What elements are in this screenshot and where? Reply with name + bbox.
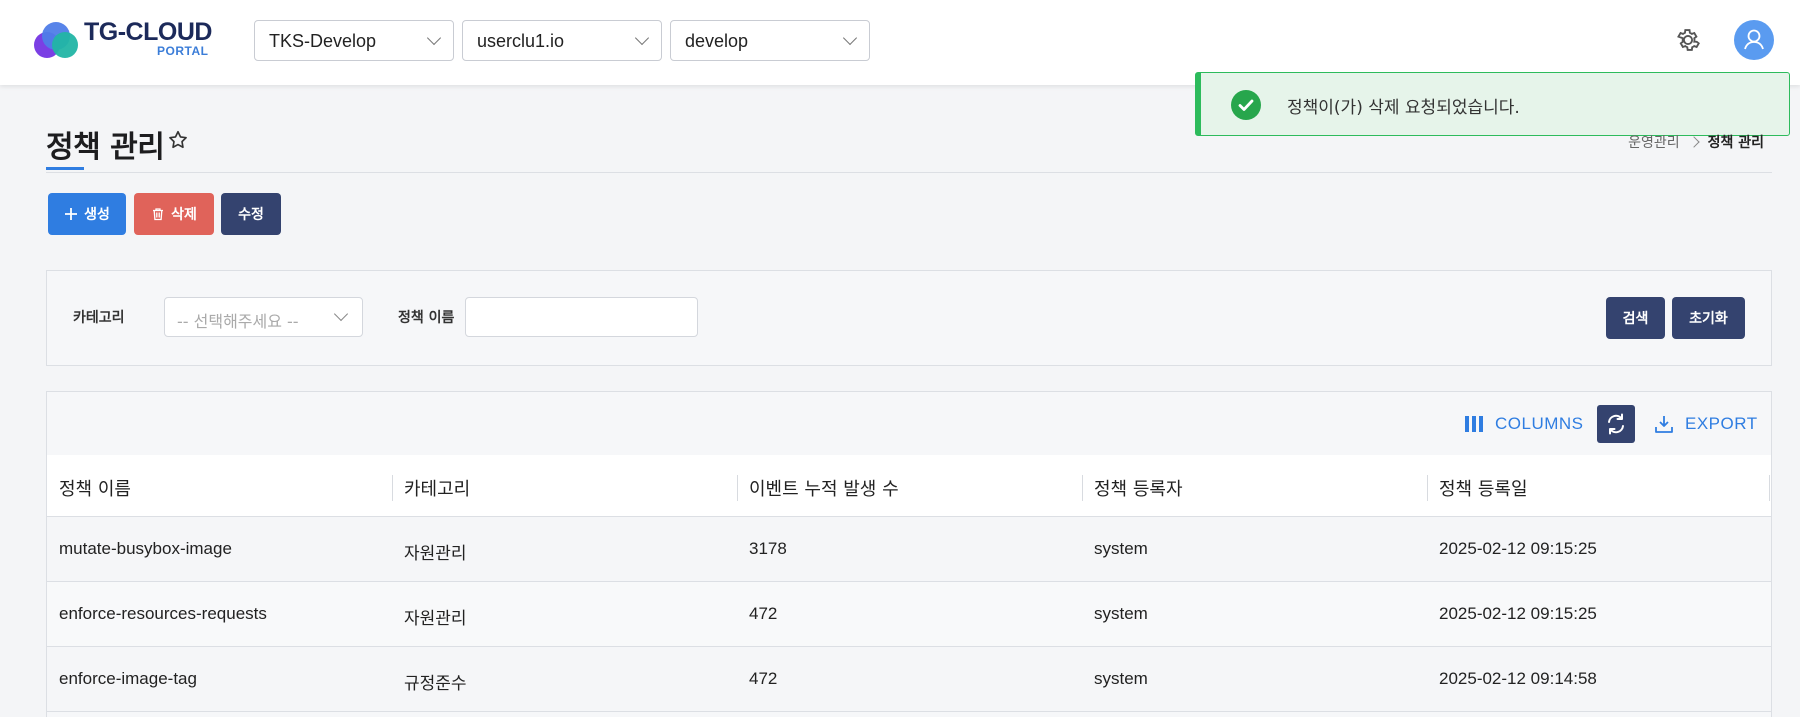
logo-subtext: PORTAL <box>157 44 209 58</box>
column-header-registrant[interactable]: 정책 등록자 <box>1082 455 1427 517</box>
user-cluster-select[interactable]: userclu1.io <box>462 20 662 61</box>
table-row[interactable]: enforce-image-tag 규정준수 472 system 2025-0… <box>47 647 1771 712</box>
reset-button-label: 초기화 <box>1689 311 1728 327</box>
create-button[interactable]: 생성 <box>48 193 126 235</box>
toast-message: 정책이(가) 삭제 요청되었습니다. <box>1287 98 1520 118</box>
cell-category: 자원관리 <box>404 609 467 629</box>
plus-icon <box>65 208 78 220</box>
breadcrumb: 운영관리 정책 관리 <box>1628 132 1764 152</box>
cell-event-count: 472 <box>749 604 778 623</box>
export-button[interactable]: EXPORT <box>1655 414 1758 434</box>
column-header-category[interactable]: 카테고리 <box>392 455 737 517</box>
cell-event-count: 472 <box>749 669 778 688</box>
columns-button[interactable]: COLUMNS <box>1465 414 1584 434</box>
policy-table-panel: COLUMNS EXPORT 정책 이름 카테고리 이벤트 누적 발생 수 정책… <box>46 391 1772 717</box>
refresh-icon <box>1608 413 1624 435</box>
namespace-select[interactable]: develop <box>670 20 870 61</box>
create-button-label: 생성 <box>84 207 110 223</box>
chevron-right-icon <box>1687 136 1700 148</box>
check-circle-icon <box>1231 90 1261 120</box>
breadcrumb-item-current: 정책 관리 <box>1707 135 1764 151</box>
tg-cloud-logo[interactable]: TG-CLOUD PORTAL <box>34 18 224 58</box>
chevron-down-icon <box>842 30 858 46</box>
namespace-select-value: develop <box>685 31 749 51</box>
cloud-logo-icon <box>34 22 78 58</box>
policy-name-label: 정책 이름 <box>398 310 455 326</box>
user-avatar[interactable] <box>1734 20 1774 60</box>
refresh-button[interactable] <box>1597 405 1635 443</box>
columns-button-label: COLUMNS <box>1495 414 1584 433</box>
logo-text: TG-CLOUD <box>84 18 212 46</box>
search-button[interactable]: 검색 <box>1606 297 1665 339</box>
column-divider[interactable] <box>1769 475 1770 501</box>
trash-icon <box>153 208 164 221</box>
column-header-event-count[interactable]: 이벤트 누적 발생 수 <box>737 455 1082 517</box>
cell-registered-date: 2025-02-12 09:14:58 <box>1439 669 1597 688</box>
category-select-placeholder: -- 선택해주세요 -- <box>177 312 299 331</box>
table-header: 정책 이름 카테고리 이벤트 누적 발생 수 정책 등록자 정책 등록일 <box>47 455 1771 517</box>
title-underline <box>46 167 84 170</box>
cell-event-count: 3178 <box>749 539 787 558</box>
page-title: 정책 관리 <box>46 130 165 165</box>
cell-policy-name: enforce-image-tag <box>59 669 197 688</box>
chevron-down-icon <box>426 30 442 46</box>
export-button-label: EXPORT <box>1685 414 1758 433</box>
table-row[interactable]: mutate-busybox-image 자원관리 3178 system 20… <box>47 517 1771 582</box>
delete-button[interactable]: 삭제 <box>134 193 214 235</box>
user-icon <box>1744 29 1764 50</box>
category-label: 카테고리 <box>73 310 125 326</box>
chevron-down-icon <box>333 306 349 322</box>
cell-category: 규정준수 <box>404 674 467 694</box>
search-button-label: 검색 <box>1622 311 1649 327</box>
policy-name-input[interactable] <box>465 297 698 337</box>
breadcrumb-item-operations[interactable]: 운영관리 <box>1628 132 1680 152</box>
cell-category: 자원관리 <box>404 544 467 564</box>
gear-icon[interactable] <box>1674 26 1702 54</box>
category-select[interactable]: -- 선택해주세요 -- <box>164 297 363 337</box>
table-row[interactable]: enforce-resources-requests 자원관리 472 syst… <box>47 582 1771 647</box>
cell-registered-date: 2025-02-12 09:15:25 <box>1439 539 1597 558</box>
download-icon <box>1655 416 1673 433</box>
reset-button[interactable]: 초기화 <box>1672 297 1745 339</box>
cluster-select-value: TKS-Develop <box>269 31 377 51</box>
cell-registrant: system <box>1094 669 1148 688</box>
cell-registered-date: 2025-02-12 09:15:25 <box>1439 604 1597 623</box>
favorite-star-icon[interactable] <box>167 129 189 151</box>
title-divider <box>46 172 1772 173</box>
cell-policy-name: enforce-resources-requests <box>59 604 267 623</box>
chevron-down-icon <box>634 30 650 46</box>
column-header-policy-name[interactable]: 정책 이름 <box>47 455 392 517</box>
success-toast: 정책이(가) 삭제 요청되었습니다. <box>1195 72 1790 136</box>
cluster-select[interactable]: TKS-Develop <box>254 20 454 61</box>
cell-registrant: system <box>1094 539 1148 558</box>
user-cluster-select-value: userclu1.io <box>477 31 565 51</box>
edit-button-label: 수정 <box>238 207 264 223</box>
cell-registrant: system <box>1094 604 1148 623</box>
cell-policy-name: mutate-busybox-image <box>59 539 232 558</box>
column-header-registered-date[interactable]: 정책 등록일 <box>1427 455 1771 517</box>
delete-button-label: 삭제 <box>171 207 197 223</box>
columns-icon <box>1465 416 1483 432</box>
search-panel: 카테고리 -- 선택해주세요 -- 정책 이름 검색 초기화 <box>46 270 1772 366</box>
edit-button[interactable]: 수정 <box>221 193 281 235</box>
